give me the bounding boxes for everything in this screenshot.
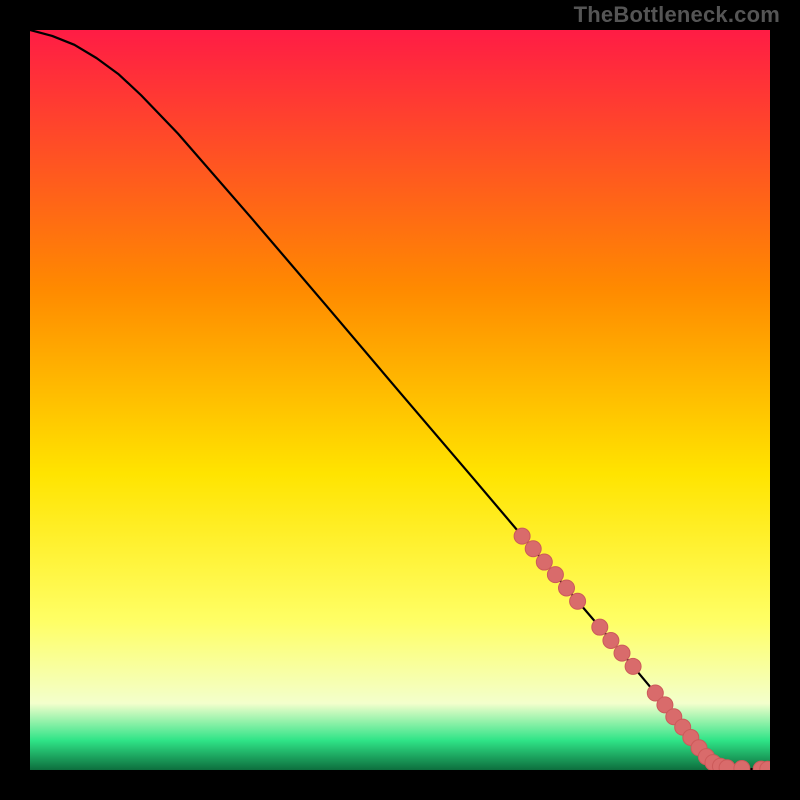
watermark-text: TheBottleneck.com <box>574 2 780 28</box>
marker-point <box>559 580 575 596</box>
chart-background <box>30 30 770 770</box>
chart-plot <box>30 30 770 770</box>
marker-point <box>525 541 541 557</box>
marker-point <box>625 658 641 674</box>
marker-point <box>547 567 563 583</box>
chart-stage: TheBottleneck.com <box>0 0 800 800</box>
marker-point <box>603 633 619 649</box>
marker-point <box>592 619 608 635</box>
chart-svg <box>30 30 770 770</box>
marker-point <box>614 645 630 661</box>
marker-point <box>536 554 552 570</box>
marker-point <box>570 593 586 609</box>
marker-point <box>514 528 530 544</box>
